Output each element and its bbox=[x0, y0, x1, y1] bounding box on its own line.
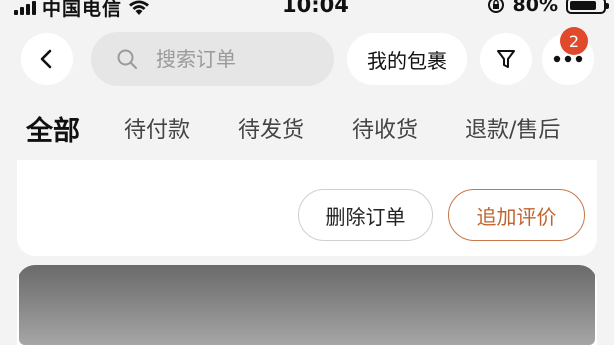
delete-order-button[interactable]: 删除订单 bbox=[298, 189, 433, 241]
tab-all[interactable]: 全部 bbox=[26, 109, 80, 148]
rotation-lock-icon bbox=[487, 0, 504, 13]
order-card: 删除订单 追加评价 bbox=[17, 160, 597, 256]
search-bar[interactable] bbox=[91, 32, 334, 86]
tab-refund-aftersale[interactable]: 退款/售后 bbox=[465, 112, 560, 144]
signal-icon bbox=[14, 0, 36, 15]
back-button[interactable] bbox=[21, 33, 73, 85]
notification-badge: 2 bbox=[560, 27, 588, 55]
status-bar: 中国电信 10:04 80% bbox=[0, 0, 614, 22]
product-image-blurred bbox=[19, 265, 595, 345]
tab-pending-payment[interactable]: 待付款 bbox=[124, 112, 190, 144]
search-input[interactable] bbox=[154, 46, 318, 72]
order-tabs: 全部 待付款 待发货 待收货 退款/售后 bbox=[0, 112, 614, 158]
clock: 10:04 bbox=[282, 0, 349, 17]
wifi-icon bbox=[129, 0, 150, 15]
tab-pending-receipt[interactable]: 待收货 bbox=[352, 112, 418, 144]
filter-icon bbox=[497, 50, 515, 68]
more-dots-icon bbox=[553, 55, 583, 63]
chevron-left-icon bbox=[40, 49, 52, 69]
top-nav: 我的包裹 2 bbox=[0, 27, 614, 88]
add-review-button[interactable]: 追加评价 bbox=[448, 189, 585, 241]
status-right: 80% bbox=[487, 0, 609, 16]
carrier-name: 中国电信 bbox=[42, 0, 123, 20]
order-card-next[interactable] bbox=[17, 265, 597, 345]
status-left: 中国电信 bbox=[14, 0, 150, 21]
tab-pending-shipment[interactable]: 待发货 bbox=[238, 112, 304, 144]
battery-percent: 80% bbox=[512, 0, 558, 16]
my-packages-button[interactable]: 我的包裹 bbox=[347, 33, 467, 85]
search-icon bbox=[117, 49, 137, 69]
filter-button[interactable] bbox=[480, 33, 532, 85]
battery-icon bbox=[566, 0, 609, 14]
